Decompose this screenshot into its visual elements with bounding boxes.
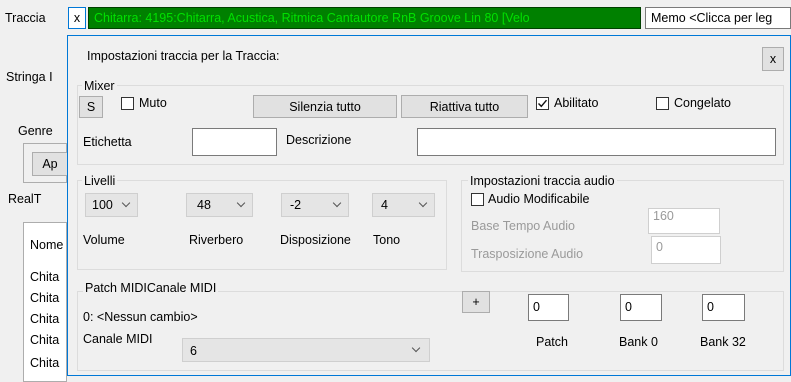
track-close-button[interactable]: x [68,7,86,29]
mixer-group-label: Mixer [82,79,117,93]
enabled-checkbox[interactable] [536,97,549,110]
label-caption: Etichetta [83,135,132,149]
unmute-all-label: Riattiva tutto [429,99,500,114]
label-input[interactable] [192,128,277,156]
audio-editable-label: Audio Modificabile [488,192,590,206]
reverb-value: 48 [197,198,211,212]
close-icon: x [769,52,777,66]
midi-channel-label: Canale MIDI [83,332,153,346]
mute-all-button[interactable]: Silenzia tutto [253,95,397,118]
reverb-label: Riverbero [189,233,244,247]
tempo-label: Base Tempo Audio [471,219,576,233]
bank32-input[interactable]: 0 [702,294,745,321]
volume-value: 100 [92,198,113,212]
track-name-field[interactable]: Chitarra: 4195:Chitarra, Acustica, Ritmi… [88,7,641,29]
solo-button-label: S [86,100,96,114]
volume-select[interactable]: 100 [85,193,138,217]
mute-label: Muto [139,96,167,110]
chevron-down-icon [236,198,246,208]
realt-label: RealT [8,192,42,206]
mute-checkbox[interactable] [121,97,134,110]
unmute-all-button[interactable]: Riattiva tutto [401,95,528,118]
dialog-title: Impostazioni traccia per la Traccia: [87,49,280,63]
ap-button-label: Ap [42,157,58,171]
pan-label: Disposizione [280,233,351,247]
tone-value: 4 [381,198,388,212]
add-patch-button[interactable]: + [462,291,490,313]
bank0-label: Bank 0 [619,335,658,349]
tempo-input[interactable]: 160 [648,208,720,234]
pan-select[interactable]: -2 [281,193,349,217]
frozen-label: Congelato [674,96,731,110]
volume-label: Volume [83,233,125,247]
memo-text: Memo <Clicca per leg [651,11,773,25]
list-item[interactable]: Chita [30,333,59,347]
midi-channel-select[interactable]: 6 [182,338,430,362]
genre-label: Genre [18,124,53,138]
audio-group-label: Impostazioni traccia audio [468,174,617,188]
chevron-down-icon [411,343,421,353]
solo-button[interactable]: S [79,96,103,118]
chevron-down-icon [418,198,428,208]
memo-field[interactable]: Memo <Clicca per leg [645,7,791,29]
audio-editable-checkbox[interactable] [471,193,484,206]
list-item[interactable]: Chita [30,291,59,305]
chevron-down-icon [121,198,131,208]
enabled-label: Abilitato [554,96,599,110]
tone-label: Tono [373,233,401,247]
description-caption: Descrizione [286,133,352,147]
bank32-label: Bank 32 [700,335,746,349]
reverb-select[interactable]: 48 [186,193,253,217]
pan-value: -2 [290,198,302,212]
plus-icon: + [472,295,480,309]
ap-button[interactable]: Ap [32,152,68,176]
transpose-value: 0 [656,240,663,254]
tempo-value: 160 [653,209,674,223]
midi-channel-value: 6 [190,344,197,358]
dialog-close-button[interactable]: x [762,47,784,71]
check-icon [538,99,548,108]
patch-input-value: 0 [533,300,540,314]
levels-group-label: Livelli [82,174,118,188]
frozen-checkbox[interactable] [656,97,669,110]
chevron-down-icon [332,198,342,208]
list-item[interactable]: Chita [30,356,59,370]
patch-label: Patch [536,335,568,349]
bank0-input[interactable]: 0 [620,294,662,321]
patch-group-label: Patch MIDICanale MIDI [83,281,219,295]
transpose-label: Trasposizione Audio [471,247,584,261]
list-header: Nome [30,238,64,252]
list-item[interactable]: Chita [30,312,59,326]
track-name-text: Chitarra: 4195:Chitarra, Acustica, Ritmi… [94,11,530,25]
list-item[interactable]: Chita [30,270,59,284]
track-settings-dialog: Impostazioni traccia per la Traccia: x M… [67,35,791,376]
transpose-input[interactable]: 0 [651,236,721,264]
patch-current-label: 0: <Nessun cambio> [83,310,198,324]
patch-input[interactable]: 0 [528,294,569,321]
description-input[interactable] [417,128,776,156]
track-label: Traccia [5,11,46,25]
stringa-label: Stringa I [6,70,53,84]
mute-all-label: Silenzia tutto [289,99,361,114]
bank32-input-value: 0 [707,300,714,314]
bank0-input-value: 0 [625,300,632,314]
tone-select[interactable]: 4 [372,193,435,217]
close-icon: x [73,11,81,25]
